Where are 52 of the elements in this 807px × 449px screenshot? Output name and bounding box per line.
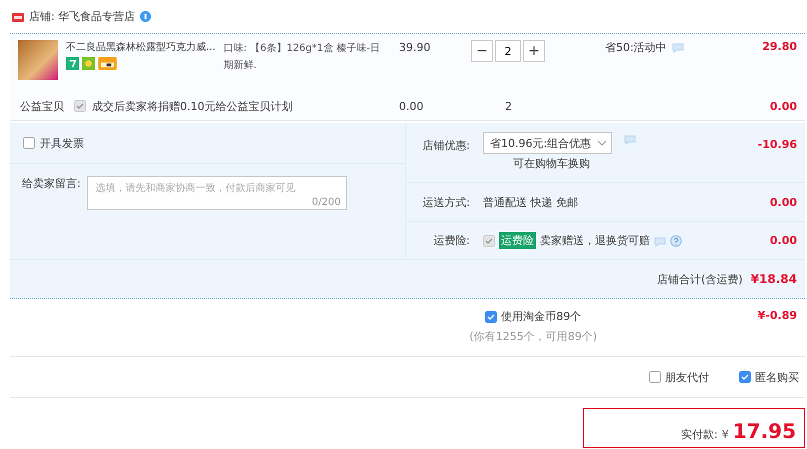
insurance-amount: 0.00 xyxy=(770,234,798,247)
option-label[interactable]: 朋友代付 xyxy=(665,370,709,384)
character-counter: 0/200 xyxy=(312,197,341,208)
increase-button[interactable]: + xyxy=(523,40,545,62)
shop-total-amount: ¥18.84 xyxy=(750,272,797,286)
coins-checkbox[interactable] xyxy=(485,310,498,322)
invoice-label[interactable]: 开具发票 xyxy=(40,136,84,150)
flower-badge-icon xyxy=(82,57,95,70)
payment-label: 实付款: xyxy=(681,427,718,442)
option-checkbox[interactable] xyxy=(739,371,751,383)
quantity-field[interactable]: 2 xyxy=(495,40,521,62)
shop-total-label: 店铺合计(含运费) xyxy=(657,272,743,286)
shipping-label: 运送方式: xyxy=(421,194,470,210)
help-icon[interactable] xyxy=(670,234,682,246)
coins-label[interactable]: 使用淘金币89个 xyxy=(501,309,582,324)
insurance-text: 卖家赠送，退换货可赔 xyxy=(540,233,650,248)
charity-text: 成交后卖家将捐赠0.10元给公益宝贝计划 xyxy=(92,98,292,114)
charity-subtotal: 0.00 xyxy=(768,100,798,112)
card-icon xyxy=(98,57,117,70)
insurance-badge: 运费险 xyxy=(499,232,536,249)
unit-price: 39.90 xyxy=(398,40,432,56)
product-photo-placeholder[interactable] xyxy=(18,40,58,80)
insurance-label: 运费险: xyxy=(432,233,470,248)
option-label[interactable]: 匿名购买 xyxy=(755,370,799,384)
invoice-checkbox[interactable] xyxy=(23,137,35,149)
sku-text: 口味: 【6条】126g*1盒 榛子味-日期新鲜. xyxy=(224,42,382,73)
option-checkbox[interactable] xyxy=(649,371,661,383)
discount-label: 店铺优惠: xyxy=(421,138,470,154)
currency-sign: ¥ xyxy=(722,428,729,441)
discount-amount: -10.96 xyxy=(758,137,798,153)
product-title[interactable]: 不二良品黑森林松露型巧克力威... xyxy=(66,40,216,54)
payment-amount: 17.95 xyxy=(732,419,796,443)
shipping-method: 普通配送 快递 免邮 xyxy=(483,194,579,210)
coins-amount: ¥-0.89 xyxy=(756,309,798,324)
discount-hint: 可在购物车换购 xyxy=(512,156,591,171)
caret-icon xyxy=(597,140,608,146)
store-logo-icon xyxy=(12,12,24,22)
coins-note: (你有1255个，可用89个) xyxy=(469,329,597,344)
shipping-amount: 0.00 xyxy=(770,196,798,208)
comment-icon[interactable] xyxy=(672,43,684,53)
comment-icon[interactable] xyxy=(624,135,636,145)
seven-day-return-icon xyxy=(66,57,79,70)
discount-dropdown[interactable]: 省10.96元:组合优惠 xyxy=(483,132,612,154)
charity-label: 公益宝贝 xyxy=(20,98,64,114)
message-label: 给卖家留言: xyxy=(22,176,81,192)
decrease-button[interactable]: − xyxy=(471,40,493,62)
promotion-text: 省50:活动中 xyxy=(605,40,667,55)
comment-icon[interactable] xyxy=(654,237,666,247)
charity-quantity: 2 xyxy=(504,100,513,112)
shop-name[interactable]: 店铺: 华飞食品专营店 xyxy=(29,9,136,24)
charity-price: 0.00 xyxy=(398,100,424,112)
item-subtotal: 29.80 xyxy=(761,40,798,55)
